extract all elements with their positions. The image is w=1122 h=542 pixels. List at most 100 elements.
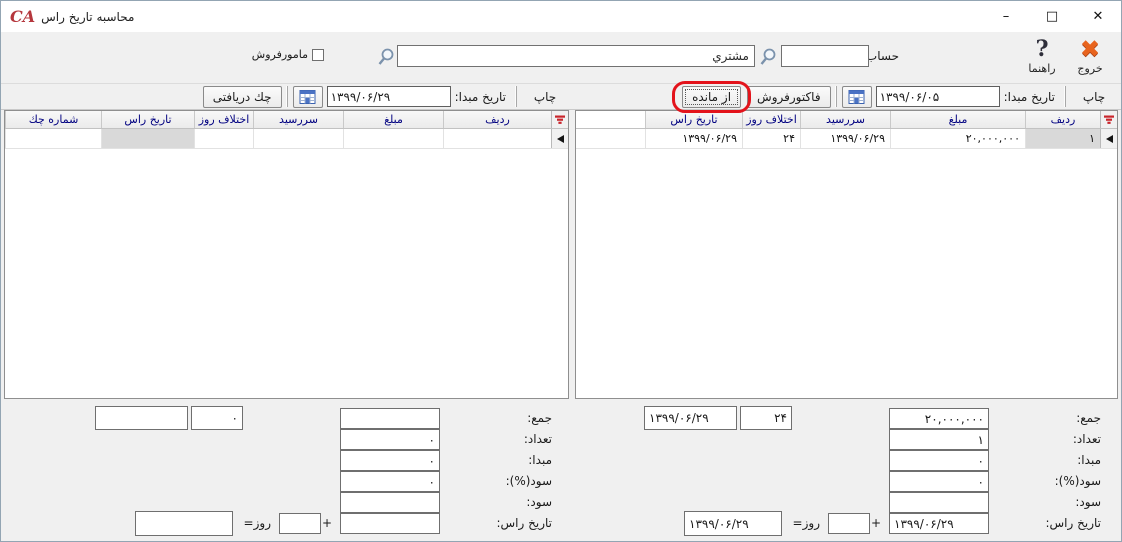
received-cheque-button[interactable]: چك دریافتی: [203, 86, 282, 108]
search-icon-secondary[interactable]: [375, 46, 396, 67]
ras-date-label: تاریخ راس:: [1045, 513, 1101, 534]
column-header-due-date[interactable]: سررسید: [253, 111, 343, 128]
account-code-input[interactable]: [781, 45, 869, 67]
titlebar: CA محاسبه تاریخ راس – □ ✕: [1, 1, 1121, 32]
help-icon: ?: [1036, 36, 1049, 62]
cell-cheque-number[interactable]: [5, 129, 101, 148]
count-label: تعداد:: [524, 429, 552, 450]
result-date-box[interactable]: [135, 511, 233, 536]
column-header-day-diff[interactable]: اختلاف روز: [742, 111, 800, 128]
result-date-box[interactable]: ۱۳۹۹/۰۶/۲۹: [684, 511, 782, 536]
exit-button[interactable]: ✖ خروج: [1067, 36, 1113, 75]
cell-amount[interactable]: [343, 129, 443, 148]
calendar-button[interactable]: [293, 86, 323, 108]
added-days-box[interactable]: [828, 513, 870, 534]
total-ras-date-box[interactable]: [95, 406, 188, 430]
cell-row-number[interactable]: [443, 129, 551, 148]
cell-ras-date[interactable]: [101, 129, 194, 148]
total-ras-date-box[interactable]: ۱۳۹۹/۰۶/۲۹: [644, 406, 737, 430]
origin-date-label: تاریخ مبدا:: [455, 90, 506, 104]
cell-day-diff[interactable]: ۲۴: [742, 129, 800, 148]
grid-header: ردیف مبلغ سررسید اختلاف روز تاریخ راس شم…: [5, 111, 568, 129]
row-marker-triangle-icon: [557, 135, 564, 143]
column-header-ras-date[interactable]: تاریخ راس: [101, 111, 194, 128]
window-controls: – □ ✕: [983, 1, 1121, 32]
invoices-grid: ردیف مبلغ سررسید اختلاف روز تاریخ راس ۱ …: [575, 110, 1118, 399]
checkbox-icon[interactable]: [312, 49, 324, 61]
toolbar-separator: [515, 86, 517, 107]
minimize-button[interactable]: –: [983, 1, 1029, 32]
toolbar-separator: [1064, 86, 1066, 107]
column-header-due-date[interactable]: سررسید: [800, 111, 890, 128]
profit-field[interactable]: [340, 492, 440, 513]
profit-percent-field[interactable]: ۰: [889, 471, 989, 492]
sales-agent-checkbox[interactable]: مامورفروش: [252, 48, 324, 61]
filter-icon[interactable]: [551, 111, 568, 128]
origin-label: مبدا:: [1077, 450, 1101, 471]
profit-percent-label: سود(%):: [1055, 471, 1101, 492]
current-row-marker: [551, 129, 568, 148]
cell-due-date[interactable]: ۱۳۹۹/۰۶/۲۹: [800, 129, 890, 148]
cell-day-diff[interactable]: [194, 129, 253, 148]
help-button[interactable]: ? راهنما: [1019, 36, 1065, 75]
column-header-row-number[interactable]: ردیف: [443, 111, 551, 128]
sales-invoice-button[interactable]: فاکتورفروش: [747, 86, 831, 108]
header-row: ✖ خروج ? راهنما حساب: مشتري مامورفروش: [1, 32, 1121, 83]
print-button[interactable]: چاپ: [1067, 90, 1121, 104]
received-cheques-panel: چاپ تاریخ مبدا: ۱۳۹۹/۰۶/۲۹: [1, 83, 572, 541]
cell-ras-date[interactable]: ۱۳۹۹/۰۶/۲۹: [645, 129, 742, 148]
exit-icon: ✖: [1080, 36, 1100, 62]
origin-date-input[interactable]: ۱۳۹۹/۰۶/۲۹: [327, 86, 451, 107]
sum-field[interactable]: [340, 408, 440, 429]
days-equals-label: روز=: [244, 513, 271, 534]
ras-date-field[interactable]: ۱۳۹۹/۰۶/۲۹: [889, 513, 989, 534]
column-header-ras-date[interactable]: تاریخ راس: [645, 111, 742, 128]
right-summary: جمع: ۲۰,۰۰۰,۰۰۰ ۲۴ ۱۳۹۹/۰۶/۲۹ تعداد: ۱ م…: [572, 399, 1121, 541]
column-header-amount[interactable]: مبلغ: [343, 111, 443, 128]
toolbar-separator: [835, 86, 837, 107]
column-header-day-diff[interactable]: اختلاف روز: [194, 111, 253, 128]
toolbar-separator: [286, 86, 288, 107]
row-marker-triangle-icon: [1106, 135, 1113, 143]
origin-field[interactable]: ۰: [340, 450, 440, 471]
days-equals-label: روز=: [793, 513, 820, 534]
column-header-cheque-number[interactable]: شماره چك: [5, 111, 101, 128]
added-days-box[interactable]: [279, 513, 321, 534]
maximize-button[interactable]: □: [1029, 1, 1075, 32]
sum-label: جمع:: [1076, 408, 1101, 429]
sales-agent-label: مامورفروش: [252, 48, 308, 61]
help-label: راهنما: [1028, 62, 1055, 75]
cell-amount[interactable]: ۲۰,۰۰۰,۰۰۰: [890, 129, 1025, 148]
grid-row[interactable]: ۱ ۲۰,۰۰۰,۰۰۰ ۱۳۹۹/۰۶/۲۹ ۲۴ ۱۳۹۹/۰۶/۲۹: [576, 129, 1117, 149]
total-days-box[interactable]: ۰: [191, 406, 243, 430]
filter-icon[interactable]: [1100, 111, 1117, 128]
count-field[interactable]: ۰: [340, 429, 440, 450]
cheques-grid: ردیف مبلغ سررسید اختلاف روز تاریخ راس شم…: [4, 110, 569, 399]
profit-field[interactable]: [889, 492, 989, 513]
window-title: محاسبه تاریخ راس: [41, 10, 134, 24]
origin-field[interactable]: ۰: [889, 450, 989, 471]
count-field[interactable]: ۱: [889, 429, 989, 450]
cell-due-date[interactable]: [253, 129, 343, 148]
grid-row[interactable]: [5, 129, 568, 149]
grid-row-filler: [576, 129, 645, 148]
close-button[interactable]: ✕: [1075, 1, 1121, 32]
print-button[interactable]: چاپ: [518, 90, 572, 104]
cell-row-number[interactable]: ۱: [1025, 129, 1100, 148]
calendar-button[interactable]: [842, 86, 872, 108]
origin-label: مبدا:: [528, 450, 552, 471]
column-header-row-number[interactable]: ردیف: [1025, 111, 1100, 128]
origin-date-input[interactable]: ۱۳۹۹/۰۶/۰۵: [876, 86, 1000, 107]
column-header-amount[interactable]: مبلغ: [890, 111, 1025, 128]
total-days-box[interactable]: ۲۴: [740, 406, 792, 430]
profit-percent-field[interactable]: ۰: [340, 471, 440, 492]
ras-date-field[interactable]: [340, 513, 440, 534]
plus-sign: +: [871, 513, 881, 534]
sum-field[interactable]: ۲۰,۰۰۰,۰۰۰: [889, 408, 989, 429]
customer-name-input[interactable]: مشتري: [397, 45, 755, 67]
search-icon[interactable]: [757, 46, 778, 67]
calendar-icon: [848, 89, 865, 105]
panels-container: چاپ تاریخ مبدا: ۱۳۹۹/۰۶/۰۵: [1, 83, 1121, 541]
app-logo-icon: CA: [10, 9, 35, 25]
from-balance-button[interactable]: از مانده: [682, 86, 741, 108]
